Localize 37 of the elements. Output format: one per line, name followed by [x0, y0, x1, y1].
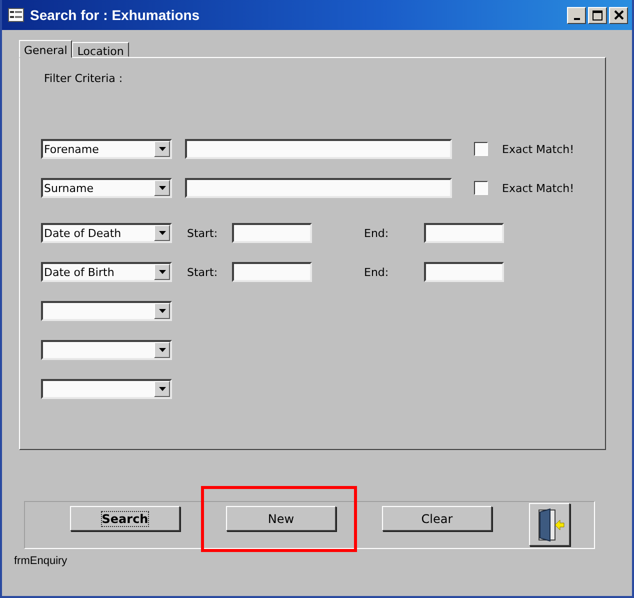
exact-match-checkbox[interactable]: [474, 181, 488, 195]
field-dropdown[interactable]: Date of Birth: [41, 262, 172, 282]
action-button[interactable]: Search: [70, 506, 180, 531]
action-button[interactable]: Clear: [382, 506, 492, 531]
exact-match-label: Exact Match!: [502, 182, 574, 194]
end-label: End:: [364, 266, 390, 278]
field-dropdown[interactable]: Forename: [41, 139, 172, 159]
maximize-icon: [592, 10, 603, 20]
form-name-label: frmEnquiry: [14, 555, 68, 567]
value-field[interactable]: [185, 178, 452, 198]
close-icon: [614, 10, 624, 20]
start-field[interactable]: [232, 262, 312, 282]
action-button[interactable]: New: [226, 506, 336, 531]
field-dropdown[interactable]: [41, 379, 172, 399]
start-label: Start:: [187, 266, 219, 278]
filter-criteria-label: Filter Criteria :: [44, 72, 124, 85]
value-field[interactable]: [185, 139, 452, 159]
start-field[interactable]: [232, 223, 312, 243]
form-icon: [8, 8, 24, 22]
field-dropdown[interactable]: [41, 301, 172, 321]
field-dropdown[interactable]: Date of Death: [41, 223, 172, 243]
tab[interactable]: General: [19, 40, 72, 58]
minimize-icon: [574, 18, 580, 20]
start-label: Start:: [187, 226, 219, 240]
window-title: Search for : Exhumations: [30, 7, 201, 23]
exit-button[interactable]: [529, 503, 570, 546]
tab[interactable]: Location: [72, 42, 129, 57]
end-label: End:: [364, 226, 390, 240]
minimize-button[interactable]: [567, 6, 586, 24]
exact-match-label: Exact Match!: [502, 142, 574, 156]
exact-match-checkbox[interactable]: [474, 142, 488, 156]
field-dropdown[interactable]: Surname: [41, 178, 172, 198]
end-field[interactable]: [424, 262, 504, 282]
end-field[interactable]: [424, 223, 504, 243]
field-dropdown[interactable]: [41, 340, 172, 360]
maximize-button[interactable]: [588, 6, 607, 24]
close-button[interactable]: [609, 6, 628, 24]
